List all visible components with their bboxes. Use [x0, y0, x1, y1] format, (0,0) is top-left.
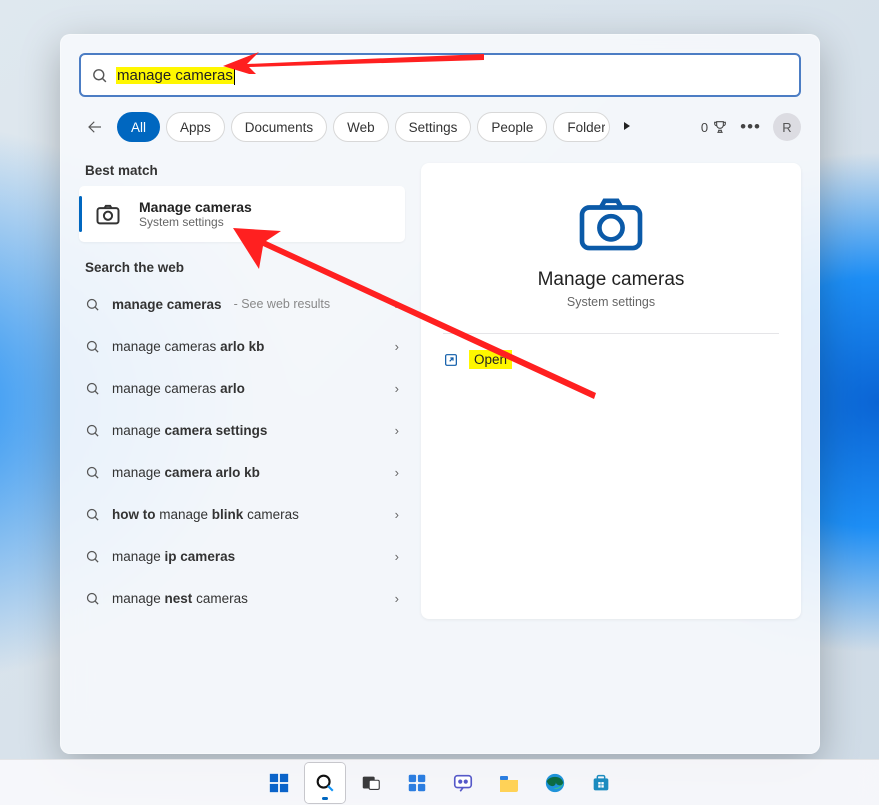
search-icon	[85, 423, 100, 438]
open-action[interactable]: Open	[443, 350, 779, 369]
preview-subtitle: System settings	[443, 295, 779, 309]
web-result-text: manage nest cameras	[112, 591, 248, 606]
taskbar-store-button[interactable]	[581, 763, 621, 803]
chevron-right-icon: ›	[395, 381, 399, 396]
filter-tab-all[interactable]: All	[117, 112, 160, 142]
web-result-item[interactable]: manage cameras arlo ›	[79, 367, 405, 409]
web-results-list: manage cameras - See web results›manage …	[79, 283, 405, 619]
web-result-text: manage cameras	[112, 297, 222, 312]
web-result-item[interactable]: manage camera settings ›	[79, 409, 405, 451]
search-web-label: Search the web	[85, 260, 405, 275]
taskbar-edge-button[interactable]	[535, 763, 575, 803]
taskbar-chat-button[interactable]	[443, 763, 483, 803]
back-button[interactable]	[79, 111, 111, 143]
filter-tab-people[interactable]: People	[477, 112, 547, 142]
search-icon	[85, 591, 100, 606]
chevron-right-icon: ›	[395, 465, 399, 480]
chevron-right-icon: ›	[395, 549, 399, 564]
web-result-item[interactable]: manage nest cameras ›	[79, 577, 405, 619]
filter-tab-folders[interactable]: Folders	[553, 112, 610, 142]
search-icon	[85, 339, 100, 354]
filter-tab-documents[interactable]: Documents	[231, 112, 327, 142]
trophy-icon	[712, 119, 728, 135]
web-result-text: manage cameras arlo kb	[112, 339, 264, 354]
web-result-text: how to manage blink cameras	[112, 507, 299, 522]
web-result-item[interactable]: manage cameras arlo kb ›	[79, 325, 405, 367]
results-column: Best match Manage cameras System setting…	[79, 163, 405, 619]
best-match-item[interactable]: Manage cameras System settings	[79, 186, 405, 242]
search-icon	[85, 549, 100, 564]
filter-scroll-right[interactable]	[616, 121, 638, 134]
web-result-text: manage ip cameras	[112, 549, 235, 564]
chevron-right-icon: ›	[395, 591, 399, 606]
open-external-icon	[443, 352, 459, 368]
chevron-right-icon: ›	[395, 507, 399, 522]
web-result-hint: - See web results	[234, 297, 331, 311]
web-result-text: manage camera settings	[112, 423, 267, 438]
rewards-indicator[interactable]: 0	[701, 119, 728, 135]
search-input-container[interactable]: manage cameras	[79, 53, 801, 97]
best-match-subtitle: System settings	[139, 215, 252, 229]
preview-card: Manage cameras System settings Open	[421, 163, 801, 619]
web-result-text: manage cameras arlo	[112, 381, 245, 396]
preview-camera-icon	[443, 193, 779, 251]
search-icon	[85, 381, 100, 396]
web-result-text: manage camera arlo kb	[112, 465, 260, 480]
web-result-item[interactable]: how to manage blink cameras ›	[79, 493, 405, 535]
taskbar-explorer-button[interactable]	[489, 763, 529, 803]
best-match-label: Best match	[85, 163, 405, 178]
web-result-item[interactable]: manage camera arlo kb ›	[79, 451, 405, 493]
web-result-item[interactable]: manage cameras - See web results ›	[79, 283, 405, 325]
best-match-title: Manage cameras	[139, 199, 252, 215]
preview-title: Manage cameras	[443, 269, 779, 291]
filter-bar: All Apps Documents Web Settings People F…	[79, 109, 801, 145]
search-icon	[85, 507, 100, 522]
search-icon	[91, 67, 108, 84]
taskbar-start-button[interactable]	[259, 763, 299, 803]
chevron-right-icon: ›	[395, 423, 399, 438]
preview-divider	[443, 333, 779, 334]
taskbar-taskview-button[interactable]	[351, 763, 391, 803]
filter-tab-settings[interactable]: Settings	[395, 112, 472, 142]
chevron-right-icon: ›	[395, 297, 399, 312]
taskbar-search-button[interactable]	[305, 763, 345, 803]
chevron-right-icon: ›	[395, 339, 399, 354]
start-search-panel: manage cameras All Apps Documents Web Se…	[60, 34, 820, 754]
search-query-text[interactable]: manage cameras	[116, 67, 234, 84]
taskbar-widgets-button[interactable]	[397, 763, 437, 803]
search-icon	[85, 297, 100, 312]
text-caret	[234, 65, 235, 85]
more-options-button[interactable]: •••	[740, 117, 761, 137]
filter-tab-web[interactable]: Web	[333, 112, 389, 142]
camera-icon	[91, 197, 125, 231]
search-icon	[85, 465, 100, 480]
rewards-count: 0	[701, 120, 708, 135]
open-label: Open	[469, 350, 512, 369]
web-result-item[interactable]: manage ip cameras ›	[79, 535, 405, 577]
filter-tab-apps[interactable]: Apps	[166, 112, 225, 142]
user-avatar[interactable]: R	[773, 113, 801, 141]
taskbar	[0, 759, 879, 805]
